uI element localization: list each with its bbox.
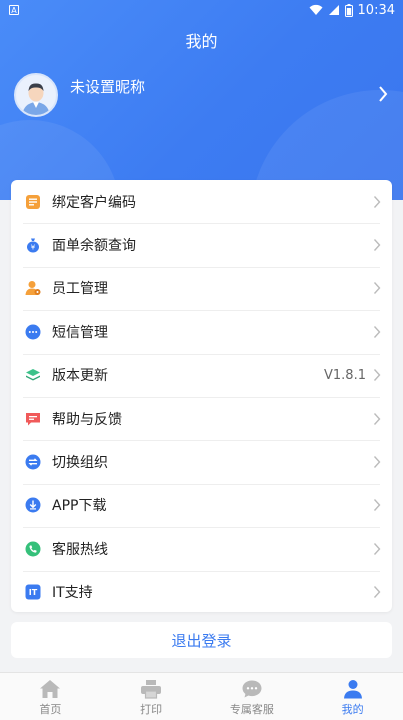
bottom-tab-bar: 首页 打印 专属客服 我的 bbox=[0, 672, 403, 720]
money-bag-icon: ¥ bbox=[27, 238, 39, 253]
menu-item-hotline[interactable]: 客服热线 bbox=[11, 527, 392, 570]
page-title: 我的 bbox=[185, 32, 218, 51]
status-bar: A 10:34 bbox=[0, 0, 403, 20]
menu-item-label: APP下载 bbox=[52, 498, 107, 515]
tab-customer-service[interactable]: 专属客服 bbox=[202, 673, 303, 720]
chevron-right-icon bbox=[373, 195, 381, 208]
chevron-right-icon bbox=[373, 542, 381, 555]
tab-label: 专属客服 bbox=[229, 703, 274, 716]
svg-text:¥: ¥ bbox=[31, 244, 36, 252]
chevron-right-icon bbox=[373, 325, 381, 338]
menu-item-label: 客服热线 bbox=[52, 541, 108, 558]
menu-item-balance[interactable]: ¥ 面单余额查询 bbox=[11, 223, 392, 266]
menu-item-label: 面单余额查询 bbox=[52, 238, 136, 255]
document-list-icon bbox=[26, 194, 40, 209]
printer-icon bbox=[141, 680, 162, 699]
feedback-icon bbox=[26, 412, 40, 426]
svg-text:IT: IT bbox=[29, 588, 38, 597]
it-support-icon: IT bbox=[25, 584, 41, 600]
status-time: 10:34 bbox=[357, 2, 395, 18]
chevron-right-icon bbox=[373, 369, 381, 382]
menu-item-label: 员工管理 bbox=[52, 281, 108, 298]
menu-item-sms[interactable]: 短信管理 bbox=[11, 310, 392, 353]
tab-label: 首页 bbox=[39, 703, 62, 716]
logout-button[interactable]: 退出登录 bbox=[11, 622, 392, 658]
profile-row[interactable]: 未设置昵称 bbox=[14, 72, 394, 118]
chevron-right-icon bbox=[373, 239, 381, 252]
avatar[interactable] bbox=[14, 73, 58, 117]
menu-item-feedback[interactable]: 帮助与反馈 bbox=[11, 397, 392, 440]
chevron-right-icon bbox=[373, 499, 381, 512]
menu-item-it-support[interactable]: IT IT支持 bbox=[11, 571, 392, 614]
menu-item-label: 绑定客户编码 bbox=[52, 194, 136, 211]
menu-item-label: 短信管理 bbox=[52, 324, 108, 341]
download-icon bbox=[25, 497, 41, 513]
employee-icon bbox=[25, 281, 41, 296]
chevron-right-icon bbox=[373, 412, 381, 425]
tab-print[interactable]: 打印 bbox=[101, 673, 202, 720]
menu-item-bind-customer[interactable]: 绑定客户编码 bbox=[11, 180, 392, 223]
tab-label: 打印 bbox=[140, 703, 163, 716]
switch-icon bbox=[25, 454, 41, 470]
menu-item-version[interactable]: 版本更新 V1.8.1 bbox=[11, 354, 392, 397]
version-value: V1.8.1 bbox=[324, 367, 366, 383]
chevron-right-icon bbox=[373, 456, 381, 469]
menu-item-label: 版本更新 bbox=[52, 368, 108, 385]
user-icon bbox=[343, 680, 362, 699]
battery-icon bbox=[344, 3, 353, 17]
home-icon bbox=[40, 680, 61, 698]
wifi-icon bbox=[309, 4, 323, 15]
menu-item-label: 切换组织 bbox=[52, 455, 108, 472]
phone-icon bbox=[25, 541, 41, 557]
menu-item-label: 帮助与反馈 bbox=[52, 411, 122, 428]
menu-card: 绑定客户编码 ¥ 面单余额查询 员工管理 短信管理 版本更新 V1.8.1 帮助… bbox=[11, 180, 392, 612]
tab-home[interactable]: 首页 bbox=[0, 673, 101, 720]
tab-mine[interactable]: 我的 bbox=[302, 673, 403, 720]
signal-icon bbox=[328, 5, 339, 15]
notification-icon: A bbox=[9, 5, 19, 15]
menu-item-switch-org[interactable]: 切换组织 bbox=[11, 440, 392, 483]
layers-icon bbox=[26, 369, 40, 381]
nickname: 未设置昵称 bbox=[70, 77, 146, 96]
menu-item-app-download[interactable]: APP下载 bbox=[11, 484, 392, 527]
sms-bubble-icon bbox=[25, 324, 41, 340]
chevron-right-icon[interactable] bbox=[378, 85, 388, 103]
chevron-right-icon bbox=[373, 282, 381, 295]
chat-icon bbox=[242, 680, 262, 698]
menu-item-employee[interactable]: 员工管理 bbox=[11, 267, 392, 310]
chevron-right-icon bbox=[373, 586, 381, 599]
menu-item-label: IT支持 bbox=[52, 585, 93, 602]
tab-label: 我的 bbox=[341, 703, 364, 716]
